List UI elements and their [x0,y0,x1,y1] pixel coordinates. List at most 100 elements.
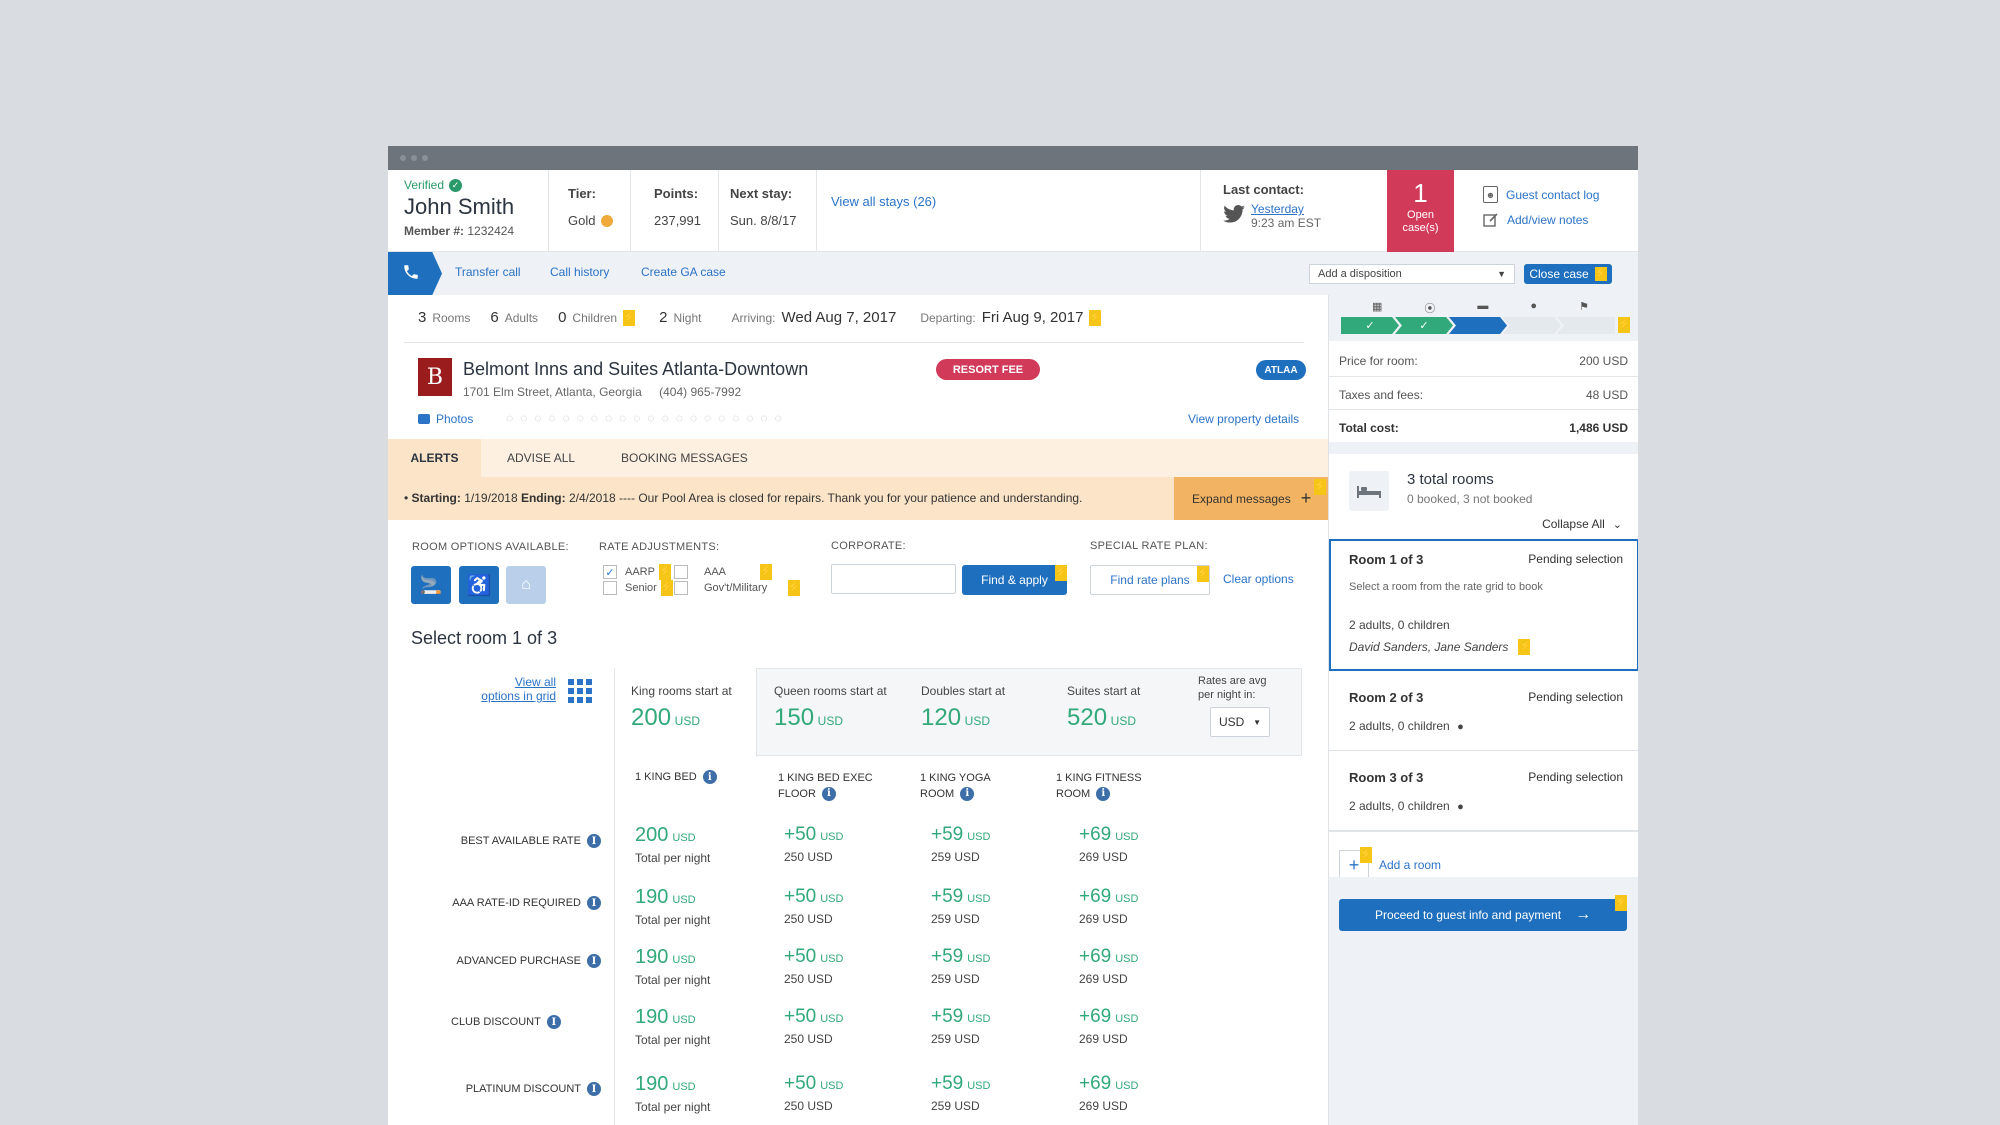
window-dot[interactable] [422,155,428,161]
add-view-notes-link[interactable]: Add/view notes [1483,212,1588,228]
resort-fee-badge[interactable]: RESORT FEE [936,359,1040,380]
create-ga-case-link[interactable]: Create GA case [641,265,726,279]
senior-option[interactable]: Senior ⚡ [603,580,673,596]
queen-start-col[interactable]: Queen rooms start at 150 USD [774,684,887,732]
govt-checkbox[interactable] [674,581,688,595]
property-name[interactable]: Belmont Inns and Suites Atlanta-Downtown [463,359,808,380]
rate-cell[interactable]: +50 USD 250 USD [784,824,843,864]
rate-cell[interactable]: +50 USD 250 USD [784,1006,843,1046]
window-dot[interactable] [400,155,406,161]
tab-advise-all[interactable]: ADVISE ALL [507,451,575,465]
rate-cell[interactable]: +69 USD 269 USD [1079,824,1138,864]
step-guest[interactable] [1503,317,1561,334]
rate-cell[interactable]: +69 USD 269 USD [1079,886,1138,926]
total-label: Total cost: [1339,421,1399,435]
rate-cell[interactable]: 190 USD Total per night [635,1006,710,1047]
arriving-date[interactable]: Wed Aug 7, 2017 [781,309,896,326]
room-card-3[interactable]: Room 3 of 3 Pending selection 2 adults, … [1329,751,1638,831]
info-icon[interactable]: i [960,787,975,801]
rate-total: 250 USD [784,850,833,864]
bed-icon[interactable]: ▬ [1477,300,1488,316]
amenity-icons: ◌ ◌ ◌ ◌ ◌ ◌ ◌ ◌ ◌ ◌ ◌ ◌ ◌ ◌ ◌ ◌ ◌ ◌ ◌ ◌ [506,411,782,425]
grid-view-icon[interactable] [568,679,592,703]
view-property-details-link[interactable]: View property details [1188,412,1299,426]
rate-cell[interactable]: +50 USD 250 USD [784,886,843,926]
call-history-link[interactable]: Call history [550,265,609,279]
info-icon[interactable]: i [587,834,601,848]
rate-cell[interactable]: +59 USD 259 USD [931,946,990,986]
rate-cell[interactable]: 190 USD Total per night [635,1073,710,1114]
rate-cell[interactable]: +69 USD 269 USD [1079,1006,1138,1046]
doubles-start-col[interactable]: Doubles start at 120 USD [921,684,1005,732]
aaa-option[interactable]: AAA ⚡ [674,564,772,580]
last-contact-date-link[interactable]: Yesterday [1251,202,1304,216]
suites-start-col[interactable]: Suites start at 520 USD [1067,684,1140,732]
step-dates-complete[interactable]: ✓ [1341,317,1399,334]
flag-icon[interactable]: ⚑ [1579,300,1589,316]
window-dot[interactable] [411,155,417,161]
proceed-button[interactable]: Proceed to guest info and payment → ⚡ [1339,895,1627,931]
view-all-stays-link[interactable]: View all stays (26) [831,194,936,209]
info-icon[interactable]: i [546,1015,561,1029]
rate-cell[interactable]: 200 USD Total per night [635,824,710,865]
calendar-icon[interactable]: ▦ [1372,300,1382,316]
pet-room-button[interactable]: ⌂ [506,566,546,604]
departing-date[interactable]: Fri Aug 9, 2017 [982,309,1084,326]
step-location-complete[interactable]: ✓ [1395,317,1453,334]
tab-booking-messages[interactable]: BOOKING MESSAGES [621,451,748,465]
find-rate-plans-button[interactable]: Find rate plans ⚡ [1090,565,1210,595]
transfer-call-link[interactable]: Transfer call [455,265,521,279]
aaa-checkbox[interactable] [674,565,688,579]
aarp-option[interactable]: ✓ AARP ⚡ [603,564,671,580]
guest-contact-log-link[interactable]: ☻ Guest contact log [1483,186,1599,203]
accessible-room-button[interactable]: ♿ [459,566,499,604]
rate-cell[interactable]: +59 USD 259 USD [931,1006,990,1046]
location-pin-icon[interactable]: ⦿ [1424,300,1435,316]
user-icon[interactable]: ● [1530,300,1537,316]
phone-button[interactable] [388,252,442,295]
info-icon[interactable]: i [1096,787,1111,801]
smoking-room-button[interactable]: 🚬 [411,566,451,604]
step-confirm[interactable] [1557,317,1615,334]
collapse-all-toggle[interactable]: Collapse All ⌄ [1542,517,1622,531]
govt-label: Gov't/Military [704,582,768,594]
rate-cell[interactable]: +59 USD 259 USD [931,824,990,864]
govt-option[interactable]: Gov't/Military ⚡ [674,580,800,596]
member-label: Member #: [404,224,465,238]
rate-cell[interactable]: +69 USD 269 USD [1079,946,1138,986]
rate-cell[interactable]: +50 USD 250 USD [784,1073,843,1113]
king-start-col[interactable]: King rooms start at 200 USD [631,684,732,732]
open-cases-badge[interactable]: 1 Open case(s) [1387,170,1454,252]
senior-checkbox[interactable] [603,581,617,595]
room-card-2[interactable]: Room 2 of 3 Pending selection 2 adults, … [1329,671,1638,751]
rate-cell[interactable]: 190 USD Total per night [635,886,710,927]
aarp-checkbox[interactable]: ✓ [603,565,617,579]
room-card-1[interactable]: Room 1 of 3 Pending selection Select a r… [1329,539,1638,671]
currency-select[interactable]: USD ▼ [1210,707,1270,737]
expand-messages-button[interactable]: Expand messages + ⚡ [1174,477,1328,520]
pool-icon: ◌ [576,411,584,425]
rate-cell[interactable]: +59 USD 259 USD [931,1073,990,1113]
gold-dot-icon [601,214,614,227]
info-icon[interactable]: i [821,787,836,801]
corporate-code-input[interactable] [831,564,956,594]
view-all-options-link[interactable]: View all options in grid [468,675,556,703]
info-icon[interactable]: i [702,770,717,784]
rate-cell[interactable]: +69 USD 269 USD [1079,1073,1138,1113]
find-apply-button[interactable]: Find & apply ⚡ [962,565,1067,595]
lightning-icon: ⚡ [1314,479,1326,495]
info-icon[interactable]: i [587,954,601,968]
photos-link[interactable]: Photos [418,412,473,426]
rate-cell[interactable]: 190 USD Total per night [635,946,710,987]
rate-add: +50 [784,824,817,845]
info-icon[interactable]: i [587,896,601,910]
rate-cell[interactable]: +59 USD 259 USD [931,886,990,926]
add-room-button[interactable]: + ⚡ Add a room [1339,847,1441,880]
close-case-button[interactable]: Close case ⚡ [1524,264,1612,284]
clear-options-link[interactable]: Clear options [1223,572,1294,586]
disposition-select[interactable]: Add a disposition ▼ [1309,264,1515,284]
step-room-current[interactable] [1449,317,1507,334]
rate-cell[interactable]: +50 USD 250 USD [784,946,843,986]
tab-alerts[interactable]: ALERTS [388,439,481,477]
info-icon[interactable]: i [587,1082,601,1096]
